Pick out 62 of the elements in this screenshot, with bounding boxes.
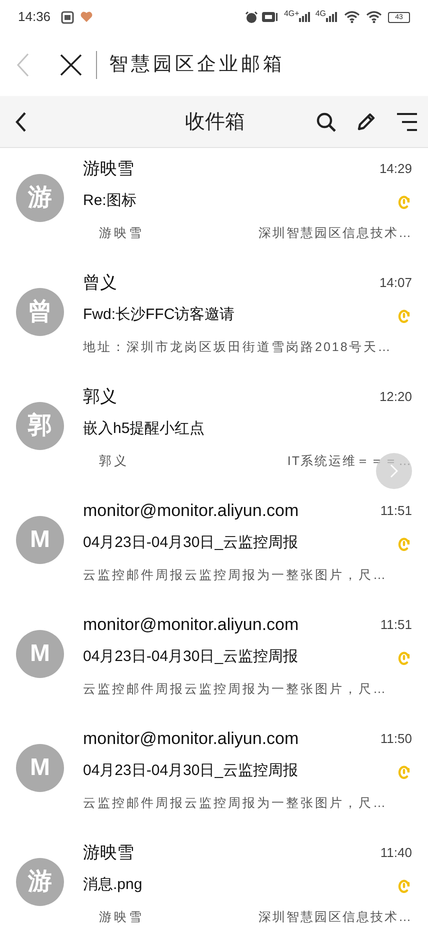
email-time: 11:40 (380, 844, 412, 862)
preview-sender: 郭义 (99, 452, 129, 470)
email-time: 14:29 (379, 160, 412, 178)
preview-text: 云监控邮件周报云监控周报为一整张图片，尺… (83, 680, 387, 698)
chevron-icon (390, 464, 398, 478)
sender-name: monitor@monitor.aliyun.com (83, 728, 299, 750)
menu-icon[interactable] (396, 112, 418, 132)
email-time: 11:50 (380, 730, 412, 748)
avatar: 游 (16, 858, 64, 906)
email-time: 12:20 (379, 388, 412, 406)
sender-name: 曾义 (83, 272, 117, 294)
attachment-icon (398, 764, 410, 778)
avatar: M (16, 516, 64, 564)
attachment-icon (398, 536, 410, 550)
avatar: M (16, 744, 64, 792)
app-title: 智慧园区企业邮箱 (109, 52, 285, 77)
close-icon[interactable] (60, 54, 82, 76)
preview-text: 深圳智慧园区信息技术… (258, 224, 412, 242)
avatar: 郭 (16, 402, 64, 450)
gallery-icon (60, 10, 74, 24)
sender-name: 郭义 (83, 386, 117, 408)
avatar: 曾 (16, 288, 64, 336)
back-icon[interactable] (15, 112, 27, 132)
clock-time: 14:36 (18, 8, 51, 26)
sender-name: 游映雪 (83, 158, 134, 180)
preview-text: 云监控邮件周报云监控周报为一整张图片，尺… (83, 566, 387, 584)
email-time: 14:07 (379, 274, 412, 292)
wifi-icon (366, 11, 382, 23)
email-subject: 嵌入h5提醒小红点 (83, 418, 205, 439)
preview-sender: 游映雪 (99, 908, 144, 926)
alarm-icon (244, 10, 258, 24)
email-subject: Re:图标 (83, 190, 136, 211)
search-icon[interactable] (316, 112, 336, 132)
heart-icon (80, 11, 93, 23)
email-subject: Fwd:长沙FFC访客邀请 (83, 304, 235, 325)
attachment-icon (398, 878, 410, 892)
email-time: 11:51 (380, 502, 412, 520)
network-label: 4G (315, 10, 326, 18)
email-subject: 04月23日-04月30日_云监控周报 (83, 646, 298, 667)
email-subject: 04月23日-04月30日_云监控周报 (83, 760, 298, 781)
preview-text: IT系统运维＝＝＝… (287, 452, 412, 470)
network-label: 4G+ (284, 10, 300, 18)
attachment-icon (398, 194, 410, 208)
sender-name: 游映雪 (83, 842, 134, 864)
attachment-icon (398, 308, 410, 322)
header-title: 收件箱 (185, 110, 245, 134)
sender-name: monitor@monitor.aliyun.com (83, 614, 299, 636)
avatar: 游 (16, 174, 64, 222)
wifi-icon (344, 11, 360, 23)
preview-text: 地址：深圳市龙岗区坂田街道雪岗路2018号天… (83, 338, 392, 356)
preview-text: 深圳智慧园区信息技术… (258, 908, 412, 926)
attachment-icon (398, 650, 410, 664)
email-subject: 04月23日-04月30日_云监控周报 (83, 532, 298, 553)
preview-sender: 游映雪 (99, 224, 144, 242)
avatar: M (16, 630, 64, 678)
pencil-icon[interactable] (356, 112, 376, 132)
sender-name: monitor@monitor.aliyun.com (83, 500, 299, 522)
signal-icon (326, 12, 338, 22)
email-time: 11:51 (380, 616, 412, 634)
preview-text: 云监控邮件周报云监控周报为一整张图片，尺… (83, 794, 387, 812)
signal-icon (299, 12, 312, 22)
email-subject: 消息.png (83, 874, 142, 895)
